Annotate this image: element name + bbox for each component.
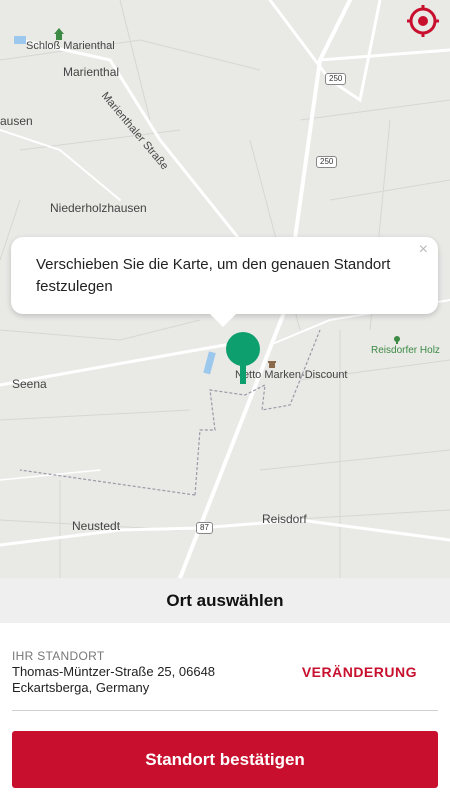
- shop-icon: [268, 361, 276, 368]
- map-view[interactable]: Schloß Marienthal Marienthal Marienthale…: [0, 0, 450, 578]
- road-shield-87: 87: [196, 522, 213, 534]
- map-label-schloss: Schloß Marienthal: [26, 40, 115, 52]
- map-label-seena: Seena: [12, 377, 47, 391]
- road-shield-250: 250: [316, 156, 338, 168]
- tree-pin-icon: [226, 332, 260, 384]
- section-title: Ort auswählen: [166, 590, 284, 610]
- confirm-location-button[interactable]: Standort bestätigen: [12, 731, 438, 788]
- map-label-neustedt: Neustedt: [72, 519, 121, 533]
- road-shield-250: 250: [325, 73, 347, 85]
- change-location-button[interactable]: VERÄNDERUNG: [302, 664, 417, 680]
- section-header: Ort auswählen: [0, 578, 450, 623]
- castle-icon: [54, 28, 64, 40]
- tree-icon: [394, 336, 400, 344]
- map-label-niederholzhausen: Niederholzhausen: [50, 201, 147, 215]
- location-pin[interactable]: [224, 330, 262, 391]
- tooltip-arrow: [209, 313, 237, 327]
- location-label: IHR STANDORT: [12, 649, 105, 663]
- location-address: Thomas-Müntzer-Straße 25, 06648 Eckartsb…: [12, 664, 216, 695]
- map-label-reisdorf: Reisdorf: [262, 512, 307, 526]
- divider: [12, 710, 438, 711]
- map-label-marienthal: Marienthal: [63, 65, 120, 79]
- map-label-hausen: ausen: [0, 114, 33, 128]
- target-icon: [407, 5, 439, 37]
- hint-tooltip: Verschieben Sie die Karte, um den genaue…: [11, 237, 438, 314]
- map-label-reisdorfer-holz: Reisdorfer Holz: [371, 345, 440, 356]
- hint-text: Verschieben Sie die Karte, um den genaue…: [36, 256, 391, 295]
- locate-button[interactable]: [406, 4, 440, 38]
- close-icon[interactable]: ×: [419, 241, 428, 259]
